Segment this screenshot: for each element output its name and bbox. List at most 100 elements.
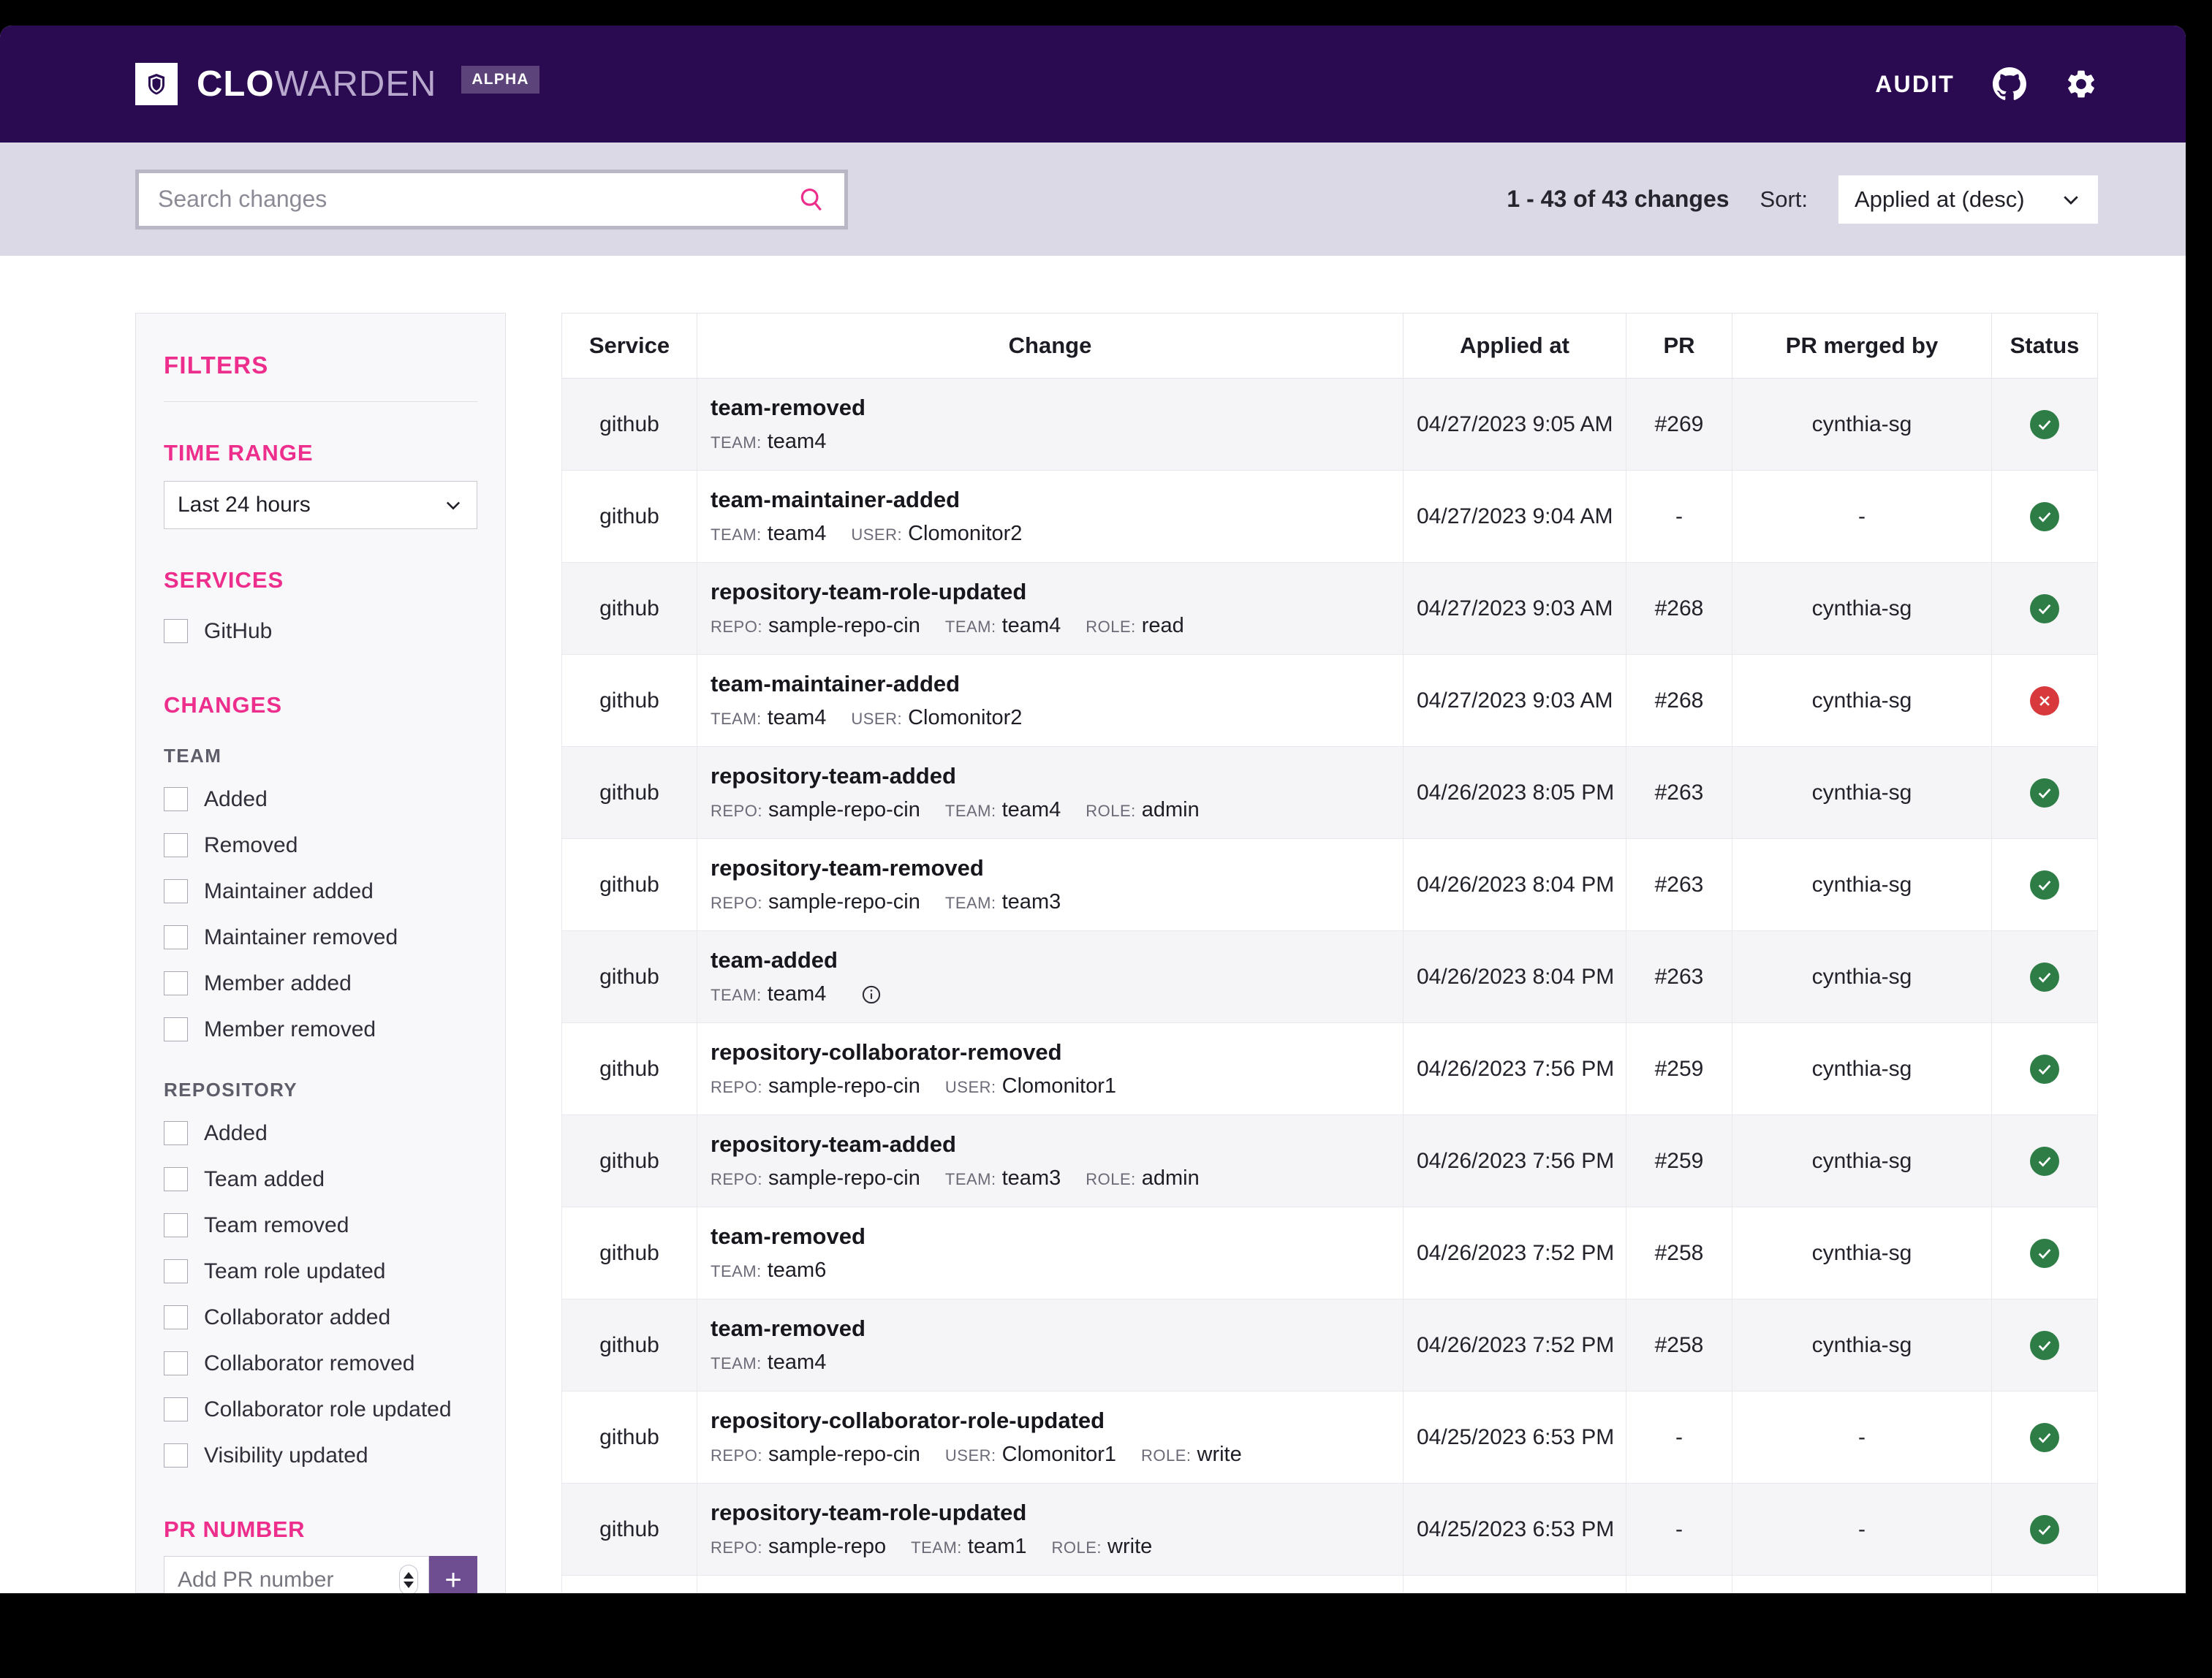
- table-row[interactable]: githubteam-removedTEAM:team404/26/2023 7…: [562, 1299, 2098, 1392]
- change-filter-item[interactable]: Maintainer removed: [164, 914, 477, 960]
- stepper-down-icon[interactable]: [404, 1582, 414, 1588]
- checkbox[interactable]: [164, 1121, 188, 1145]
- status-success-icon: [2030, 594, 2059, 623]
- time-range-select[interactable]: Last 24 hours: [164, 481, 477, 529]
- search-input[interactable]: [158, 186, 798, 213]
- column-header: Service: [562, 314, 697, 379]
- cell-change: repository-team-removedREPO:sample-repo-…: [697, 839, 1404, 931]
- meta-value: team4: [768, 706, 827, 730]
- change-filter-item[interactable]: Team added: [164, 1156, 477, 1202]
- checkbox[interactable]: [164, 619, 188, 643]
- cell-applied-at: 04/27/2023 9:04 AM: [1404, 471, 1626, 563]
- search-box[interactable]: [139, 173, 844, 226]
- cell-pr: -: [1626, 1576, 1732, 1594]
- pr-number-input[interactable]: [178, 1568, 399, 1592]
- table-row[interactable]: githubteam-removedTEAM:team404/27/2023 9…: [562, 379, 2098, 471]
- cell-pr[interactable]: #263: [1626, 931, 1732, 1023]
- change-filter-item[interactable]: Collaborator removed: [164, 1340, 477, 1386]
- change-filter-item[interactable]: Visibility updated: [164, 1432, 477, 1478]
- change-filter-item[interactable]: Member removed: [164, 1006, 477, 1052]
- change-filter-item[interactable]: Maintainer added: [164, 868, 477, 914]
- change-meta-pair: USER:Clomonitor2: [851, 522, 1022, 546]
- checkbox[interactable]: [164, 1167, 188, 1191]
- cell-change: repository-team-role-updatedREPO:sample-…: [697, 563, 1404, 655]
- meta-key: REPO:: [711, 1170, 762, 1189]
- table-row[interactable]: githubrepository-team-removedREPO:sample…: [562, 839, 2098, 931]
- change-filter-item[interactable]: Team role updated: [164, 1248, 477, 1294]
- checkbox[interactable]: [164, 1397, 188, 1421]
- info-icon[interactable]: [861, 984, 882, 1005]
- gear-icon[interactable]: [2064, 67, 2098, 101]
- table-row[interactable]: githubteam-addedTEAM:team404/26/2023 8:0…: [562, 931, 2098, 1023]
- checkbox[interactable]: [164, 1443, 188, 1468]
- quantity-stepper[interactable]: [399, 1565, 418, 1593]
- brand-name-part1: CLO: [197, 64, 274, 104]
- table-row[interactable]: githubrepository-team-role-updatedREPO:s…: [562, 1484, 2098, 1576]
- checkbox[interactable]: [164, 1213, 188, 1237]
- cell-pr[interactable]: #268: [1626, 655, 1732, 747]
- table-row[interactable]: githubrepository-team-addedREPO:sample-r…: [562, 747, 2098, 839]
- cell-pr[interactable]: #269: [1626, 379, 1732, 471]
- change-filter-item[interactable]: Added: [164, 776, 477, 822]
- change-filter-item[interactable]: Removed: [164, 822, 477, 868]
- checkbox[interactable]: [164, 787, 188, 811]
- change-filter-item[interactable]: Team removed: [164, 1202, 477, 1248]
- cell-pr[interactable]: #268: [1626, 563, 1732, 655]
- change-filter-item[interactable]: Member added: [164, 960, 477, 1006]
- change-filter-item[interactable]: Collaborator role updated: [164, 1386, 477, 1432]
- change-meta-pair: REPO:sample-repo: [711, 1535, 886, 1559]
- table-row[interactable]: githubteam-maintainer-addedTEAM:team4USE…: [562, 471, 2098, 563]
- cell-pr[interactable]: #259: [1626, 1023, 1732, 1115]
- brand-name-part2: WARDEN: [274, 64, 436, 104]
- checkbox[interactable]: [164, 1305, 188, 1329]
- stepper-up-icon[interactable]: [404, 1572, 414, 1579]
- change-meta-pair: REPO:sample-repo-cin: [711, 798, 920, 822]
- cell-pr[interactable]: #263: [1626, 747, 1732, 839]
- checkbox[interactable]: [164, 971, 188, 995]
- change-filter-item[interactable]: Collaborator added: [164, 1294, 477, 1340]
- meta-key: REPO:: [711, 1538, 762, 1557]
- cell-status: [1992, 563, 2098, 655]
- table-row[interactable]: githubteam-removedTEAM:team604/26/2023 7…: [562, 1207, 2098, 1299]
- brand-wordmark: CLOWARDEN: [197, 67, 436, 102]
- table-row[interactable]: githubrepository-team-addedREPO:sample-r…: [562, 1115, 2098, 1207]
- change-filter-item[interactable]: Added: [164, 1110, 477, 1156]
- meta-value: team4: [1002, 798, 1061, 822]
- checkbox[interactable]: [164, 879, 188, 903]
- cell-pr[interactable]: #259: [1626, 1115, 1732, 1207]
- checkbox[interactable]: [164, 925, 188, 949]
- table-row[interactable]: githubteam-maintainer-addedTEAM:team4USE…: [562, 655, 2098, 747]
- chevron-down-icon: [443, 495, 463, 515]
- cell-pr-merged-by: cynthia-sg: [1732, 1115, 1992, 1207]
- table-row[interactable]: githubrepository-team-role-updatedREPO:s…: [562, 563, 2098, 655]
- changes-group-label: TEAM: [164, 745, 477, 767]
- github-icon[interactable]: [1993, 67, 2026, 101]
- pr-number-field[interactable]: [164, 1556, 429, 1593]
- brand-logo[interactable]: CLOWARDEN ALPHA: [135, 63, 539, 105]
- meta-key: ROLE:: [1086, 1170, 1136, 1189]
- change-meta: REPO:sample-repo-cinTEAM:team4ROLE:read: [711, 614, 1390, 638]
- cell-pr: -: [1626, 1392, 1732, 1484]
- add-pr-number-button[interactable]: +: [429, 1556, 477, 1593]
- sort-select[interactable]: Applied at (desc): [1838, 175, 2098, 224]
- table-row[interactable]: githubrepository-collaborator-removedREP…: [562, 1023, 2098, 1115]
- nav-link-audit[interactable]: AUDIT: [1875, 71, 1955, 98]
- service-filter-item[interactable]: GitHub: [164, 608, 477, 654]
- cell-pr[interactable]: #263: [1626, 839, 1732, 931]
- cell-pr-merged-by: cynthia-sg: [1732, 839, 1992, 931]
- checkbox[interactable]: [164, 833, 188, 857]
- cell-status: [1992, 1207, 2098, 1299]
- cell-change: repository-collaborator-role-updatedREPO…: [697, 1392, 1404, 1484]
- meta-value: sample-repo-cin: [768, 798, 920, 822]
- app-viewport: CLOWARDEN ALPHA AUDIT 1 - 43 of 43 chang…: [0, 26, 2186, 1593]
- checkbox[interactable]: [164, 1259, 188, 1283]
- checkbox[interactable]: [164, 1351, 188, 1375]
- search-icon[interactable]: [798, 186, 825, 213]
- table-row[interactable]: githubrepository-collaborator-role-updat…: [562, 1392, 2098, 1484]
- cell-pr[interactable]: #258: [1626, 1207, 1732, 1299]
- cell-pr[interactable]: #258: [1626, 1299, 1732, 1392]
- change-meta: REPO:sample-repo-cinTEAM:team4ROLE:admin: [711, 798, 1390, 822]
- table-row[interactable]: githubteam-member-addedTEAM:team1USER:cy…: [562, 1576, 2098, 1594]
- checkbox[interactable]: [164, 1017, 188, 1041]
- meta-value: Clomonitor2: [908, 706, 1022, 730]
